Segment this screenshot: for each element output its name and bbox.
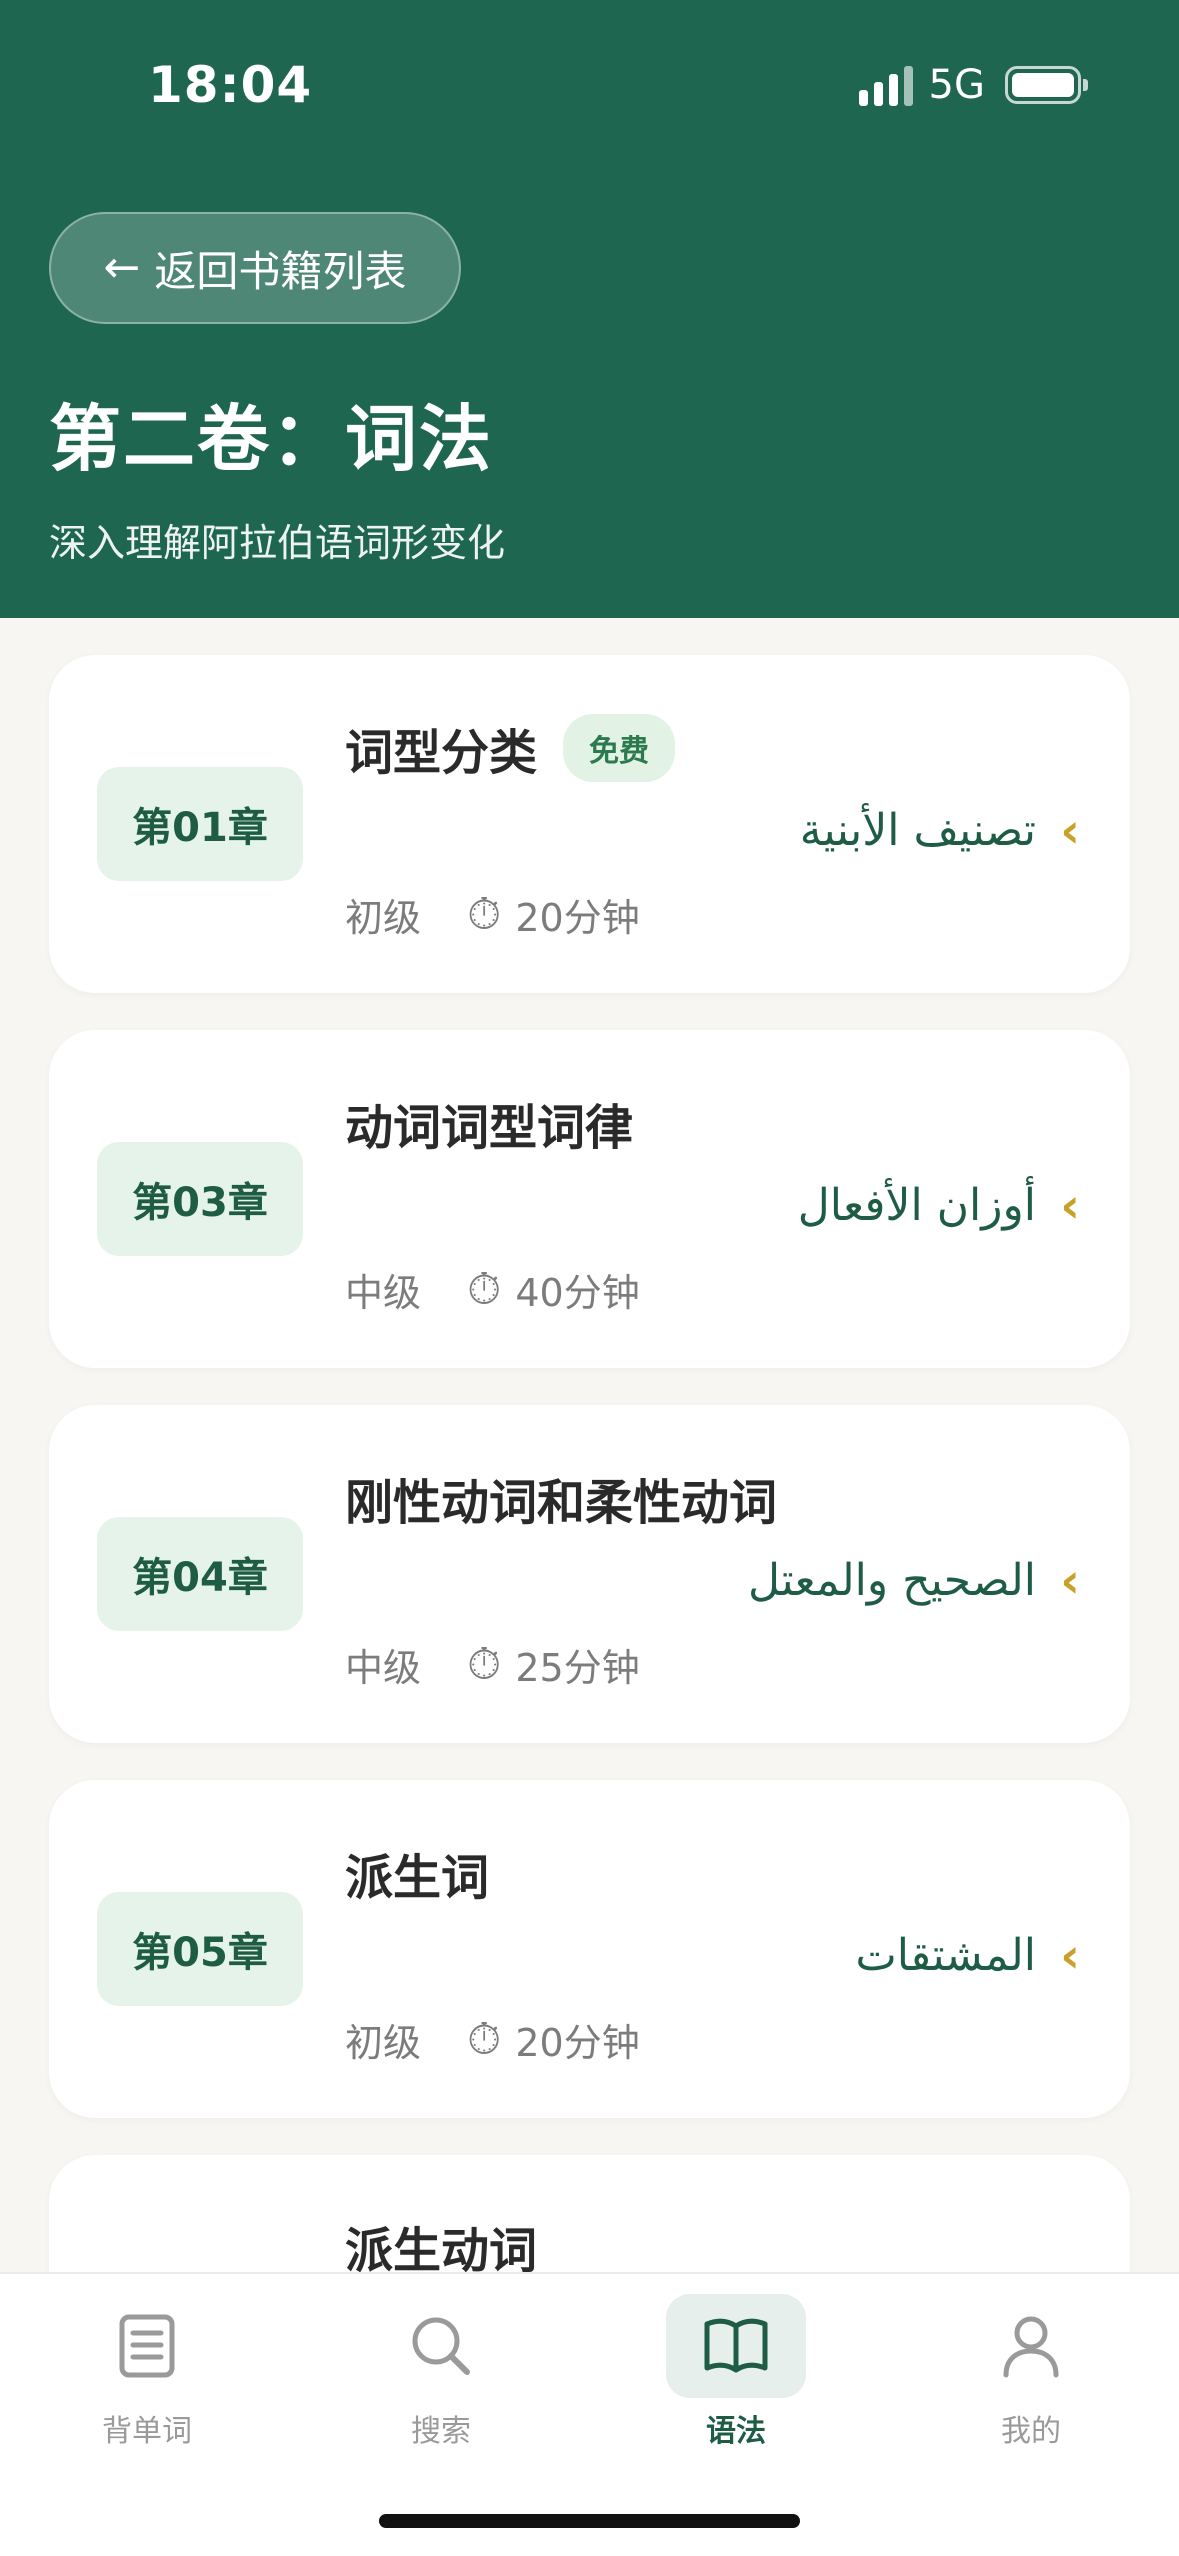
chapter-meta: 中级 ⏱ 40分钟 [345, 1262, 640, 1317]
chapter-title-text: 刚性动词和柔性动词 [345, 1475, 778, 1531]
stopwatch-icon: ⏱ [467, 889, 502, 940]
stopwatch-icon: ⏱ [467, 1639, 502, 1690]
duration: 20分钟 [515, 896, 640, 940]
chapter-meta: 初级 ⏱ 20分钟 [345, 887, 640, 942]
chapter-title-text: 派生词 [345, 1850, 490, 1906]
chapter-title: 动词词型词律 [345, 1088, 633, 1158]
home-indicator[interactable] [379, 2514, 800, 2528]
chapter-card[interactable]: 第05章 派生词 المشتقات ‹ 初级 ⏱ 20分钟 [49, 1780, 1130, 2118]
grammar-volume-screen: 18:04 5G ← 返回书籍列表 第二卷：词法 深入理解阿拉伯语词形变化 第0… [0, 0, 1179, 2556]
back-to-books-button[interactable]: ← 返回书籍列表 [49, 212, 461, 324]
difficulty-level: 中级 [345, 1646, 422, 1690]
chapter-title-text: 派生动词 [345, 2223, 538, 2279]
status-indicators: 5G [858, 62, 1088, 108]
chapter-title: 词型分类 免费 [345, 713, 676, 783]
search-icon [371, 2294, 511, 2398]
chevron-icon: ‹ [1060, 803, 1080, 859]
bottom-nav: 背单词 搜索 语法 我的 [0, 2272, 1179, 2556]
chapter-title: 派生动词 [345, 2211, 537, 2281]
arrow-left-icon: ← [103, 242, 141, 293]
nav-label: 背单词 [102, 2414, 192, 2449]
chapter-number-badge: 第01章 [97, 767, 303, 881]
stopwatch-icon: ⏱ [467, 2014, 502, 2065]
chevron-icon: ‹ [1060, 1928, 1080, 1984]
profile-icon [961, 2294, 1101, 2398]
chapter-title-text: 动词词型词律 [345, 1100, 634, 1156]
nav-item-grammar[interactable]: 语法 [589, 2274, 883, 2474]
chapter-title: 刚性动词和柔性动词 [345, 1463, 777, 1533]
chapter-arabic-title: المشتقات [855, 1930, 1036, 1981]
page-subtitle: 深入理解阿拉伯语词形变化 [49, 521, 506, 565]
header: 18:04 5G ← 返回书籍列表 第二卷：词法 深入理解阿拉伯语词形变化 [0, 0, 1179, 618]
network-type: 5G [928, 62, 985, 108]
chapter-title: 派生词 [345, 1838, 489, 1908]
chapter-meta: 初级 ⏱ 20分钟 [345, 2012, 640, 2067]
chevron-icon: ‹ [1060, 1178, 1080, 1234]
stopwatch-icon: ⏱ [467, 1264, 502, 1315]
chapter-card[interactable]: 第03章 动词词型词律 أوزان الأفعال ‹ 中级 ⏱ 40分钟 [49, 1030, 1130, 1368]
nav-item-profile[interactable]: 我的 [884, 2274, 1178, 2474]
nav-label: 搜索 [411, 2414, 471, 2449]
nav-item-search[interactable]: 搜索 [294, 2274, 588, 2474]
chevron-icon: ‹ [1060, 1553, 1080, 1609]
nav-label: 语法 [706, 2414, 766, 2449]
difficulty-level: 初级 [345, 896, 422, 940]
chapter-number-badge: 第05章 [97, 1892, 303, 2006]
chapter-number-badge: 第03章 [97, 1142, 303, 1256]
vocabulary-book-icon [77, 2294, 217, 2398]
difficulty-level: 初级 [345, 2021, 422, 2065]
chapter-meta: 中级 ⏱ 25分钟 [345, 1637, 640, 1692]
difficulty-level: 中级 [345, 1271, 422, 1315]
free-badge: 免费 [563, 714, 676, 782]
nav-label: 我的 [1001, 2414, 1061, 2449]
nav-item-vocabulary[interactable]: 背单词 [0, 2274, 294, 2474]
duration: 40分钟 [515, 1271, 640, 1315]
chapter-arabic-title: تصنيف الأبنية [799, 805, 1036, 856]
battery-icon [1005, 66, 1088, 104]
chapter-arabic-title: أوزان الأفعال [797, 1180, 1036, 1231]
status-time: 18:04 [148, 56, 313, 114]
back-button-label: 返回书籍列表 [154, 246, 407, 296]
open-book-icon [666, 2294, 806, 2398]
chapter-card[interactable]: 第01章 词型分类 免费 تصنيف الأبنية ‹ 初级 ⏱ 20分钟 [49, 655, 1130, 993]
signal-icon [858, 64, 913, 106]
chapter-number-badge: 第04章 [97, 1517, 303, 1631]
chapter-title-text: 词型分类 [345, 725, 538, 781]
chapter-card[interactable]: 第04章 刚性动词和柔性动词 الصحيح والمعتل ‹ 中级 ⏱ 25分… [49, 1405, 1130, 1743]
duration: 20分钟 [515, 2021, 640, 2065]
duration: 25分钟 [515, 1646, 640, 1690]
page-title: 第二卷：词法 [49, 397, 494, 481]
chapter-arabic-title: الصحيح والمعتل [748, 1555, 1036, 1606]
